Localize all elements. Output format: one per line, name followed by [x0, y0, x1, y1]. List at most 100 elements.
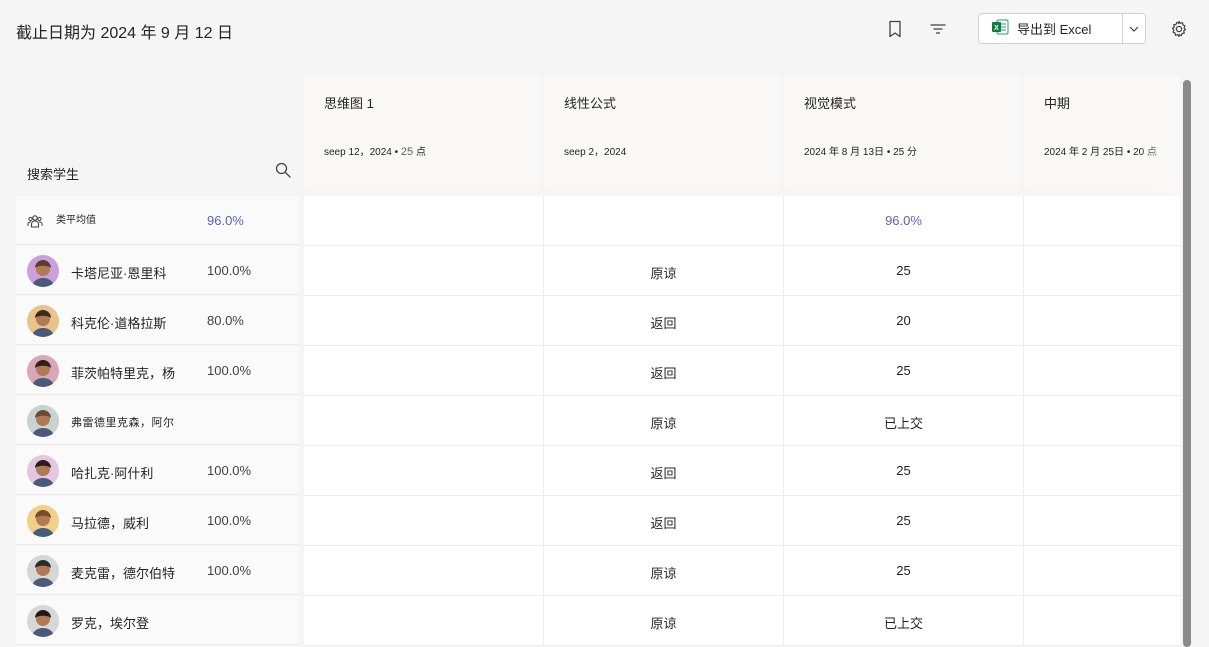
- assignment-column-header[interactable]: 线性公式 seep 2，2024: [544, 75, 780, 191]
- grade-cell[interactable]: 25: [784, 346, 1024, 395]
- grade-cell[interactable]: [1024, 446, 1180, 495]
- grade-cell[interactable]: [1024, 296, 1180, 345]
- student-row[interactable]: 弗雷德里克森，阿尔: [16, 396, 299, 445]
- grade-cell[interactable]: 原谅: [544, 546, 784, 595]
- grade-cell[interactable]: 25: [784, 496, 1024, 545]
- assignment-meta: seep 12，2024 • 25 点: [324, 143, 426, 158]
- grade-cell[interactable]: [544, 196, 784, 245]
- filter-icon[interactable]: [925, 16, 951, 42]
- chevron-down-icon[interactable]: [1122, 14, 1145, 43]
- grade-cell[interactable]: [1024, 496, 1180, 545]
- student-name: 罗克，埃尔登: [71, 616, 150, 631]
- grade-cell[interactable]: 25: [784, 446, 1024, 495]
- gear-icon[interactable]: [1166, 16, 1192, 42]
- grade-cell[interactable]: [1024, 346, 1180, 395]
- bookmark-icon[interactable]: [882, 16, 908, 42]
- grade-cell[interactable]: [304, 596, 544, 645]
- assignment-title: 线性公式: [564, 96, 617, 111]
- grade-cell[interactable]: [1024, 546, 1180, 595]
- assignment-meta: 2024 年 8 月 13日 • 25 分: [804, 143, 917, 158]
- grade-cell[interactable]: [304, 546, 544, 595]
- grade-cell[interactable]: 25: [784, 246, 1024, 295]
- grade-row: 原谅 已上交: [304, 396, 1180, 446]
- grade-cell[interactable]: [304, 496, 544, 545]
- grade-cell[interactable]: [1024, 596, 1180, 645]
- grade-cell-value: 25: [896, 263, 911, 278]
- student-row[interactable]: 罗克，埃尔登: [16, 596, 299, 645]
- student-row[interactable]: 麦克雷，德尔伯特 100.0%: [16, 546, 299, 595]
- class-average-grade: 96.0%: [207, 213, 244, 228]
- student-row[interactable]: 马拉德，威利 100.0%: [16, 496, 299, 545]
- grade-cell[interactable]: 返回: [544, 446, 784, 495]
- student-name: 哈扎克·阿什利: [71, 466, 154, 481]
- grade-row: 原谅 已上交: [304, 596, 1180, 646]
- grade-row: 原谅 25: [304, 546, 1180, 596]
- avatar: [27, 505, 59, 537]
- grade-cell[interactable]: 已上交: [784, 396, 1024, 445]
- avatar: [27, 605, 59, 637]
- export-main-button[interactable]: X 导出到 Excel: [979, 14, 1122, 43]
- student-search[interactable]: 搜索学生: [16, 150, 299, 190]
- assignment-title: 中期: [1044, 96, 1071, 111]
- grade-cell-value: 返回: [650, 466, 677, 481]
- grade-cell[interactable]: [304, 396, 544, 445]
- assignment-due: seep 2，2024: [564, 147, 627, 158]
- student-average: 100.0%: [207, 563, 252, 578]
- assignment-due: 2024 年 8 月 13日 • 25 分: [804, 147, 918, 158]
- student-name: 菲茨帕特里克，杨: [71, 366, 176, 381]
- assignment-column-header[interactable]: 思维图 1 seep 12，2024 • 25 点: [304, 75, 540, 191]
- student-row[interactable]: 哈扎克·阿什利 100.0%: [16, 446, 299, 495]
- grade-cell[interactable]: 返回: [544, 496, 784, 545]
- grade-cell[interactable]: [304, 296, 544, 345]
- grade-cell[interactable]: 返回: [544, 346, 784, 395]
- grade-cell[interactable]: [304, 346, 544, 395]
- search-icon[interactable]: [275, 162, 291, 178]
- avatar: [27, 305, 59, 337]
- export-to-excel-button[interactable]: X 导出到 Excel: [978, 13, 1146, 44]
- grade-row: 返回 25: [304, 496, 1180, 546]
- grade-cell[interactable]: [304, 196, 544, 245]
- search-label: 搜索学生: [27, 167, 80, 182]
- student-average: 100.0%: [207, 363, 252, 378]
- grade-cell[interactable]: 20: [784, 296, 1024, 345]
- grade-cell-value: 25: [896, 563, 911, 578]
- grade-cell[interactable]: [304, 246, 544, 295]
- student-name: 马拉德，威利: [71, 516, 150, 531]
- export-label: 导出到 Excel: [1017, 22, 1092, 37]
- grade-cell[interactable]: 原谅: [544, 246, 784, 295]
- page-title: 截止日期为 2024 年 9 月 12 日: [16, 25, 233, 42]
- grade-cell[interactable]: [1024, 396, 1180, 445]
- grade-cell-value: 20: [896, 313, 911, 328]
- grade-cell[interactable]: 原谅: [544, 396, 784, 445]
- grade-cell[interactable]: 96.0%: [784, 196, 1024, 245]
- assignment-due: seep 12，2024 •: [324, 147, 399, 158]
- grade-cell-value: 25: [896, 513, 911, 528]
- grade-cell[interactable]: [1024, 196, 1180, 245]
- grade-cell[interactable]: 25: [784, 546, 1024, 595]
- grade-cell[interactable]: 原谅: [544, 596, 784, 645]
- grade-row: 返回 20: [304, 296, 1180, 346]
- student-name: 弗雷德里克森，阿尔: [71, 417, 175, 429]
- grade-cell[interactable]: [1024, 246, 1180, 295]
- assignment-title: 视觉模式: [804, 96, 857, 111]
- avatar: [27, 405, 59, 437]
- student-row[interactable]: 科克伦·道格拉斯 80.0%: [16, 296, 299, 345]
- student-row[interactable]: 卡塔尼亚·恩里科 100.0%: [16, 246, 299, 295]
- grade-cell[interactable]: 返回: [544, 296, 784, 345]
- grade-cell[interactable]: [304, 446, 544, 495]
- avatar: [27, 355, 59, 387]
- header-fade: [1140, 75, 1180, 195]
- student-name: 麦克雷，德尔伯特: [71, 566, 176, 581]
- grade-cell[interactable]: 已上交: [784, 596, 1024, 645]
- assignment-column-header[interactable]: 视觉模式 2024 年 8 月 13日 • 25 分: [784, 75, 1020, 191]
- vertical-scrollbar[interactable]: [1183, 80, 1191, 647]
- student-average: 100.0%: [207, 263, 252, 278]
- student-row[interactable]: 菲茨帕特里克，杨 100.0%: [16, 346, 299, 395]
- grade-cell-value: 返回: [650, 316, 677, 331]
- grade-row: 原谅 25: [304, 246, 1180, 296]
- grade-cell-value: 原谅: [650, 566, 677, 581]
- class-average-row: 类平均值 96.0%: [16, 196, 299, 245]
- student-name: 科克伦·道格拉斯: [71, 316, 167, 331]
- assignment-points-suffix: 点: [415, 147, 426, 158]
- grade-cell-value: 返回: [650, 366, 677, 381]
